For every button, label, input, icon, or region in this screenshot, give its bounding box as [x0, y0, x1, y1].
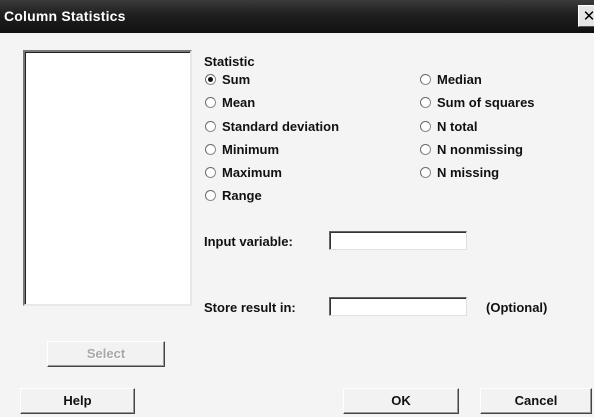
- radio-label: Median: [437, 71, 482, 87]
- radio-standard-deviation[interactable]: Standard deviation: [205, 118, 339, 134]
- radio-label: Sum of squares: [437, 94, 535, 110]
- radio-label: Range: [222, 187, 262, 203]
- radio-button-icon: [205, 96, 216, 108]
- radio-label: Maximum: [222, 164, 282, 180]
- radio-n-total[interactable]: N total: [420, 118, 477, 134]
- radio-range[interactable]: Range: [205, 187, 262, 203]
- store-result-field[interactable]: [329, 297, 467, 316]
- radio-button-icon: [420, 120, 431, 132]
- help-button[interactable]: Help: [20, 388, 135, 414]
- radio-label: Minimum: [222, 141, 280, 157]
- radio-maximum[interactable]: Maximum: [205, 164, 282, 180]
- radio-sum[interactable]: Sum: [205, 71, 250, 87]
- radio-button-icon: [420, 166, 431, 178]
- title-bar[interactable]: Column Statistics ✕: [0, 0, 594, 33]
- ok-button[interactable]: OK: [343, 388, 459, 414]
- radio-button-icon: [205, 166, 216, 178]
- store-result-label: Store result in:: [204, 300, 296, 315]
- radio-label: N nonmissing: [437, 141, 523, 157]
- variable-listbox[interactable]: [23, 50, 192, 306]
- radio-label: N missing: [437, 164, 500, 180]
- optional-note: (Optional): [486, 300, 548, 315]
- radio-mean[interactable]: Mean: [205, 94, 255, 110]
- window-title: Column Statistics: [4, 8, 126, 24]
- radio-label: Sum: [222, 71, 251, 87]
- column-statistics-dialog: Column Statistics ✕ Statistic Sum Mean S…: [0, 0, 594, 417]
- select-button[interactable]: Select: [47, 341, 165, 367]
- cancel-button[interactable]: Cancel: [480, 388, 592, 414]
- radio-sum-of-squares[interactable]: Sum of squares: [420, 94, 535, 110]
- radio-button-icon: [420, 73, 431, 85]
- radio-label: N total: [437, 118, 478, 134]
- radio-n-nonmissing[interactable]: N nonmissing: [420, 141, 523, 157]
- input-variable-field[interactable]: [329, 231, 467, 250]
- radio-button-icon: [420, 96, 431, 108]
- radio-median[interactable]: Median: [420, 71, 482, 87]
- close-icon[interactable]: ✕: [578, 5, 594, 27]
- radio-button-icon: [420, 143, 431, 155]
- radio-n-missing[interactable]: N missing: [420, 164, 499, 180]
- input-variable-label: Input variable:: [204, 234, 293, 249]
- statistic-group-label: Statistic: [204, 54, 255, 69]
- radio-button-icon: [205, 120, 216, 132]
- radio-minimum[interactable]: Minimum: [205, 141, 279, 157]
- radio-label: Standard deviation: [222, 118, 340, 134]
- radio-label: Mean: [222, 94, 256, 110]
- radio-button-icon: [205, 73, 216, 85]
- radio-button-icon: [205, 189, 216, 201]
- radio-button-icon: [205, 143, 216, 155]
